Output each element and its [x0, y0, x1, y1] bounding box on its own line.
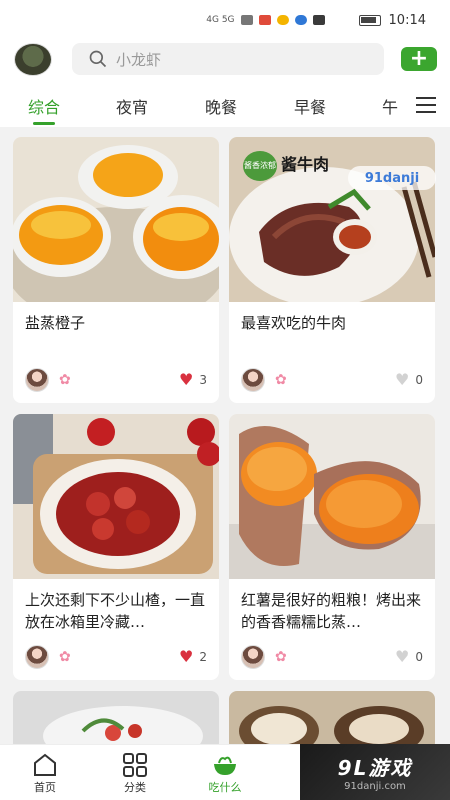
nav-label: 吃什么 [208, 781, 242, 794]
like-counter[interactable]: ♥ 3 [179, 372, 207, 388]
card-footer: ✿ ♥ 0 [241, 367, 423, 393]
notification-icon [258, 15, 271, 25]
app-icon [294, 15, 307, 25]
card-footer: ✿ ♥ 3 [25, 367, 207, 393]
heart-icon: ♥ [395, 647, 410, 666]
author-avatar[interactable] [25, 368, 49, 392]
home-icon [34, 753, 56, 776]
nav-category[interactable]: 分类 [105, 751, 165, 795]
add-recipe-button[interactable]: + [401, 47, 437, 71]
author-avatar[interactable] [241, 368, 265, 392]
watermark-small: 91danji [348, 166, 436, 190]
like-count: 0 [415, 650, 423, 664]
user-avatar[interactable] [14, 43, 52, 76]
nav-what-to-eat[interactable]: 吃什么 [195, 751, 255, 795]
category-tabs: 综合 夜宵 晚餐 早餐 午 [0, 82, 450, 127]
app-icon [312, 15, 325, 25]
like-count: 2 [199, 650, 207, 664]
header: 小龙虾 + [0, 40, 450, 82]
network-label: 4G 5G [206, 15, 235, 25]
heart-icon: ♥ [179, 647, 194, 666]
tab-comprehensive[interactable]: 综合 [28, 94, 60, 118]
watermark-site: 91danji.com [344, 781, 406, 792]
recipe-card[interactable] [13, 691, 219, 751]
tab-breakfast[interactable]: 早餐 [294, 94, 326, 118]
dish-image [229, 691, 435, 751]
card-footer: ✿ ♥ 0 [241, 644, 423, 670]
watermark-title: 9L游戏 [337, 756, 413, 780]
tab-indicator [33, 122, 55, 125]
flower-icon: ✿ [275, 649, 287, 665]
recipe-card[interactable]: 上次还剩下不少山楂，一直放在冰箱里冷藏… ✿ ♥ 2 [13, 414, 219, 680]
search-placeholder: 小龙虾 [116, 50, 162, 69]
search-icon [89, 50, 107, 68]
heart-icon: ♥ [395, 370, 410, 389]
author-avatar[interactable] [25, 645, 49, 669]
flower-icon: ✿ [59, 649, 71, 665]
card-footer: ✿ ♥ 2 [25, 644, 207, 670]
recipe-card[interactable]: 红薯是很好的粗粮！烤出来的香香糯糯比蒸… ✿ ♥ 0 [229, 414, 435, 680]
nav-home[interactable]: 首页 [15, 751, 75, 795]
like-counter[interactable]: ♥ 2 [179, 649, 207, 665]
like-counter[interactable]: ♥ 0 [395, 649, 423, 665]
like-counter[interactable]: ♥ 0 [395, 372, 423, 388]
wifi-icon [240, 15, 253, 25]
search-bar[interactable]: 小龙虾 [72, 43, 384, 75]
flower-icon: ✿ [275, 372, 287, 388]
flower-icon: ✿ [59, 372, 71, 388]
heart-icon: ♥ [179, 370, 194, 389]
like-count: 0 [415, 373, 423, 387]
orange-dish-image [13, 137, 219, 302]
status-bar: 4G 5G 10:14 [0, 0, 450, 40]
grid-icon [123, 753, 147, 777]
dish-image [13, 691, 219, 751]
app-icon [276, 15, 289, 25]
badge-title: 酱牛肉 [281, 155, 330, 174]
like-count: 3 [199, 373, 207, 387]
recipe-card[interactable]: 盐蒸橙子 ✿ ♥ 3 [13, 137, 219, 403]
card-title: 红薯是很好的粗粮！烤出来的香香糯糯比蒸… [241, 591, 422, 631]
tab-dinner[interactable]: 晚餐 [205, 94, 237, 118]
card-title: 上次还剩下不少山楂，一直放在冰箱里冷藏… [25, 591, 206, 631]
card-title: 盐蒸橙子 [25, 314, 86, 332]
nav-label: 首页 [34, 781, 56, 794]
sweet-potato-image [229, 414, 435, 579]
hawthorn-dish-image [13, 414, 219, 579]
author-avatar[interactable] [241, 645, 265, 669]
badge-small: 酱香浓郁 [243, 151, 277, 181]
bowl-icon [214, 756, 236, 775]
tab-late-night[interactable]: 夜宵 [116, 94, 148, 118]
status-time: 10:14 [388, 12, 426, 28]
card-title: 最喜欢吃的牛肉 [241, 314, 347, 332]
tab-lunch[interactable]: 午 [382, 94, 398, 118]
status-icons: 4G 5G [206, 15, 325, 25]
menu-icon[interactable] [416, 97, 436, 113]
battery-icon [358, 14, 381, 26]
nav-label: 分类 [124, 781, 146, 794]
recipe-card[interactable] [229, 691, 435, 751]
watermark-logo: 9L游戏 91danji.com [300, 744, 450, 800]
